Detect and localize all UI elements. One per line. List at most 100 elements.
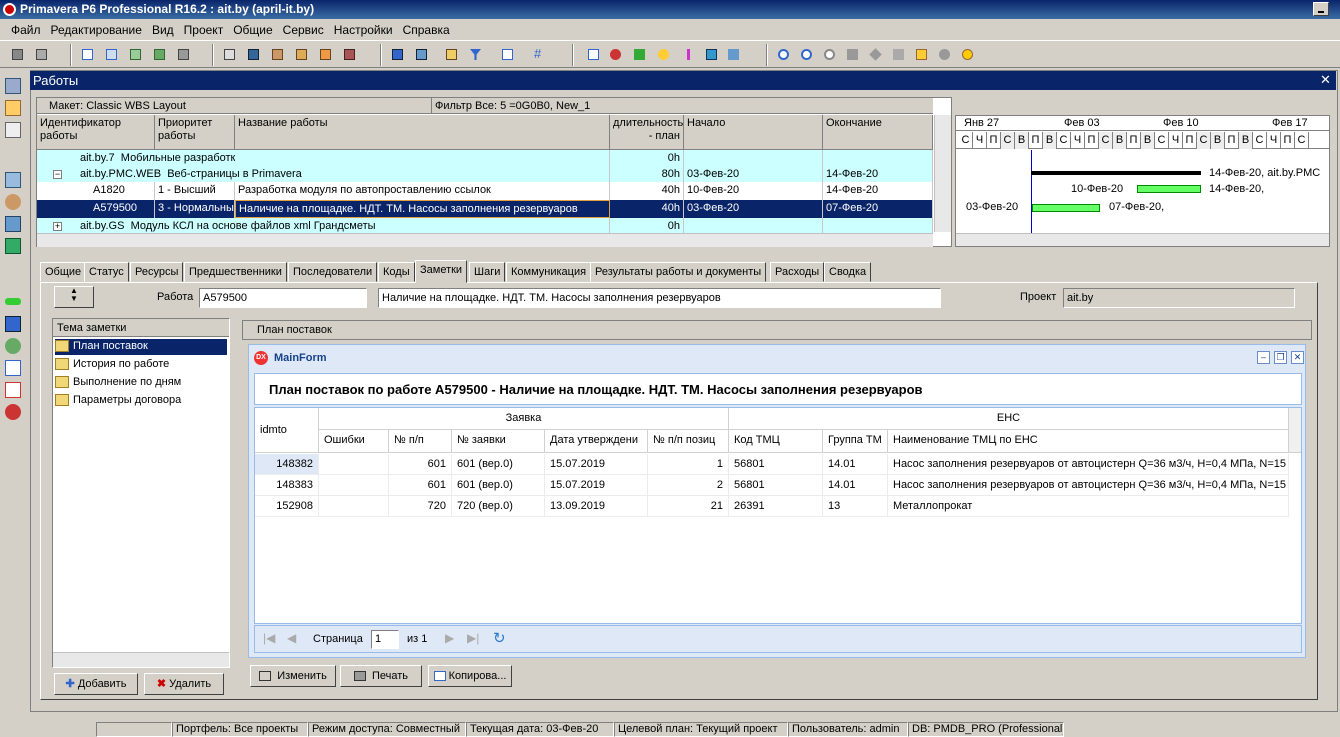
help-icon[interactable] — [958, 45, 976, 63]
cell-approval-date[interactable]: 13.09.2019 — [545, 496, 648, 517]
activity-bar[interactable] — [1137, 185, 1201, 193]
col-position-no[interactable]: № п/п позиц — [648, 430, 729, 453]
clock-icon[interactable] — [606, 45, 624, 63]
next-page-icon[interactable]: ▶ — [445, 631, 454, 645]
cell-request-no[interactable]: 720 (вер.0) — [452, 496, 545, 517]
form-restore-icon[interactable]: ❐ — [1274, 351, 1287, 364]
expand-icon[interactable]: + — [53, 222, 62, 231]
notes-scrollbar[interactable] — [53, 652, 229, 667]
cell-number[interactable]: 601 — [389, 454, 452, 475]
cell-position-no[interactable]: 1 — [648, 454, 729, 475]
document-icon[interactable] — [5, 122, 21, 138]
table-row[interactable]: A1820 1 - Высший Разработка модуля по ав… — [37, 182, 933, 200]
tab-status[interactable]: Статус — [84, 262, 129, 282]
diamond-icon[interactable] — [866, 45, 884, 63]
menu-file[interactable]: Файл — [6, 20, 46, 40]
tab-notes[interactable]: Заметки — [415, 260, 468, 283]
cell-request-no[interactable]: 601 (вер.0) — [452, 475, 545, 496]
cell-number[interactable]: 601 — [389, 475, 452, 496]
list-item[interactable]: План поставок — [55, 339, 227, 355]
cell-number[interactable]: 720 — [389, 496, 452, 517]
hierarchy-icon[interactable] — [174, 45, 192, 63]
col-duration[interactable]: длительность - план — [610, 115, 684, 150]
form-minimize-icon[interactable]: – — [1257, 351, 1270, 364]
cell-tmc-code[interactable]: 26391 — [729, 496, 823, 517]
menu-tools[interactable]: Сервис — [278, 20, 329, 40]
issues-icon[interactable] — [5, 360, 21, 376]
number-icon[interactable]: # — [530, 45, 548, 63]
tab-resources[interactable]: Ресурсы — [130, 262, 184, 282]
reports-icon[interactable] — [316, 45, 334, 63]
risk-icon[interactable] — [5, 404, 21, 420]
assign-nav-icon[interactable] — [5, 316, 21, 332]
projects-icon[interactable] — [5, 78, 21, 94]
network-icon[interactable] — [150, 45, 168, 63]
cell-idmto[interactable]: 148382 — [255, 454, 319, 475]
tab-predecessors[interactable]: Предшественники — [184, 262, 287, 282]
prev-page-icon[interactable]: ◀ — [287, 631, 296, 645]
menu-help[interactable]: Справка — [398, 20, 455, 40]
layout-options-icon[interactable] — [498, 45, 516, 63]
bars-icon[interactable] — [388, 45, 406, 63]
activity-bar[interactable] — [1032, 204, 1100, 212]
delete-button[interactable]: ✖ Удалить — [144, 673, 224, 695]
col-approval-date[interactable]: Дата утверждени — [545, 430, 648, 453]
cell-approval-date[interactable]: 15.07.2019 — [545, 475, 648, 496]
store-period-icon[interactable] — [702, 45, 720, 63]
activities-nav-icon[interactable] — [5, 238, 21, 254]
assignments-icon[interactable] — [292, 45, 310, 63]
col-request-no[interactable]: № заявки — [452, 430, 545, 453]
tab-work-products[interactable]: Результаты работы и документы — [590, 262, 767, 282]
critical-path-icon[interactable] — [678, 45, 696, 63]
schedule-icon[interactable] — [584, 45, 602, 63]
navigate-stepper[interactable]: ▲ ▼ — [54, 286, 94, 308]
list-item[interactable]: История по работе — [55, 357, 227, 373]
disabled-icon[interactable] — [935, 45, 953, 63]
cell-tmc-code[interactable]: 56801 — [729, 475, 823, 496]
cell-tmc-code[interactable]: 56801 — [729, 454, 823, 475]
calendar-icon[interactable] — [5, 382, 21, 398]
last-page-icon[interactable]: ▶| — [467, 631, 479, 645]
layout-icon[interactable] — [126, 45, 144, 63]
green-bar-icon[interactable] — [5, 298, 21, 305]
baseline-icon[interactable] — [724, 45, 742, 63]
col-errors[interactable]: Ошибки — [319, 430, 389, 453]
col-idmto[interactable]: idmto — [255, 408, 319, 453]
folder-icon[interactable] — [5, 172, 21, 188]
table-row[interactable]: 148382 601 601 (вер.0) 15.07.2019 1 56801 14.0… — [255, 454, 1289, 475]
cell-idmto[interactable]: 152908 — [255, 496, 319, 517]
filter-icon[interactable] — [466, 45, 484, 63]
filter-label[interactable]: Фильтр Все: 5 =0G0B0, New_1 — [431, 98, 590, 114]
grid-horizontal-scrollbar[interactable] — [37, 233, 933, 247]
tab-successors[interactable]: Последователи — [288, 262, 378, 282]
print-setup-icon[interactable] — [32, 45, 50, 63]
zoom-in-icon[interactable] — [774, 45, 792, 63]
cell-tmc-name[interactable]: Насос заполнения резервуаров от автоцист… — [888, 475, 1289, 496]
grid-vertical-scrollbar[interactable] — [934, 115, 951, 232]
tab-steps[interactable]: Шаги — [469, 262, 506, 282]
expand-icon[interactable] — [843, 45, 861, 63]
menu-view[interactable]: Вид — [147, 20, 179, 40]
cell-request-no[interactable]: 601 (вер.0) — [452, 454, 545, 475]
add-button[interactable]: ✚ Добавить — [54, 673, 138, 695]
menu-project[interactable]: Проект — [179, 20, 229, 40]
group-sort-icon[interactable] — [442, 45, 460, 63]
resources-icon[interactable] — [268, 45, 286, 63]
minimize-button[interactable] — [1313, 2, 1329, 16]
comment-icon[interactable] — [912, 45, 930, 63]
form-close-icon[interactable]: ✕ — [1291, 351, 1304, 364]
col-tmc-group[interactable]: Группа ТМ — [823, 430, 888, 453]
col-priority[interactable]: Приоритет работы — [155, 115, 235, 150]
list-item[interactable]: Параметры договора — [55, 393, 227, 409]
tracking-icon[interactable] — [340, 45, 358, 63]
first-page-icon[interactable]: |◀ — [263, 631, 275, 645]
cell-tmc-group[interactable]: 14.01 — [823, 475, 888, 496]
cell-errors[interactable] — [319, 475, 389, 496]
wbs-nav-icon[interactable] — [5, 216, 21, 232]
cell-idmto[interactable]: 148383 — [255, 475, 319, 496]
page-input[interactable]: 1 — [371, 630, 399, 649]
col-tmc-code[interactable]: Код ТМЦ — [729, 430, 823, 453]
row-name[interactable]: Наличие на площадке. НДТ. ТМ. Насосы зап… — [235, 200, 610, 218]
refresh-icon[interactable]: ↻ — [493, 629, 506, 647]
collapse-icon[interactable]: − — [53, 170, 62, 179]
